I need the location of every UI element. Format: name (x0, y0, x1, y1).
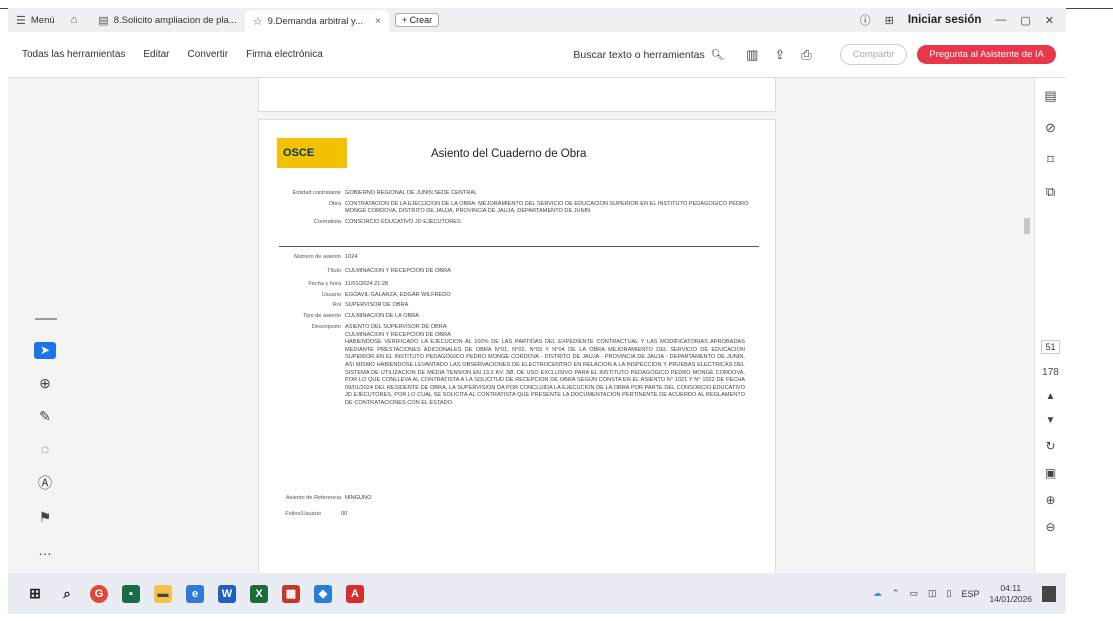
convert-button[interactable]: Convertir (188, 49, 229, 60)
excel-icon[interactable]: X (250, 584, 268, 603)
esign-button[interactable]: Firma electrónica (246, 49, 323, 60)
menu-button[interactable]: ☰ Menú (8, 8, 63, 32)
app-icon[interactable]: ▪ (122, 584, 140, 603)
toolbar: Todas las herramientas Editar Convertir … (8, 32, 1066, 78)
close-tab-icon[interactable]: × (375, 16, 381, 27)
right-rail: ▤ ⊘ ⌑ ⧉ 51 178 ▲ ▼ ↻ ▣ ⊕ ⊖ (1034, 78, 1066, 573)
bookmark-icon[interactable]: ⌑ (1047, 152, 1054, 168)
divider (279, 246, 759, 247)
save-icon[interactable]: ▥ (746, 47, 758, 63)
search-taskbar-icon[interactable]: ⌕ (58, 585, 76, 603)
minimize-button[interactable]: — (995, 14, 1006, 26)
store-icon[interactable]: ▦ (282, 584, 300, 603)
hamburger-icon: ☰ (16, 14, 26, 27)
text-box-icon[interactable]: Ⓐ (38, 473, 52, 493)
entry-fields: Número de asiento 1024 Título CULMINACION … (259, 254, 777, 411)
ai-assistant-button[interactable]: Pregunta al Asistente de IA (917, 45, 1056, 64)
tab-bar: ☰ Menú ⌂ ▤ 8.Solicito ampliacion de pla...… (8, 8, 1066, 32)
home-icon: ⌂ (70, 14, 78, 26)
star-icon: ☆ (252, 15, 263, 28)
zoom-in-icon[interactable]: ⊕ (1045, 493, 1055, 507)
network-icon[interactable]: ▭ (909, 588, 918, 599)
volume-icon[interactable]: ◫ (928, 588, 937, 599)
save-page-icon[interactable]: ▣ (1045, 466, 1056, 480)
left-tool-rail: ➤ ⊕ ✎ ◌ Ⓐ ⚑ … (28, 318, 62, 558)
print-icon[interactable]: ⎙ (801, 47, 811, 63)
apps-grid-icon[interactable]: ⊞ (885, 14, 894, 27)
edge-icon[interactable]: e (186, 584, 204, 603)
all-tools-button[interactable]: Todas las herramientas (22, 49, 125, 60)
description: ASIENTO DEL SUPERVISOR DE OBRA CULMINACI… (345, 324, 745, 406)
comment-panel-icon[interactable]: ▤ (1044, 88, 1056, 104)
pen-icon[interactable]: ✎ (39, 408, 51, 425)
footer-fields: Asiento de Referencia NINGUNO Folios/Usua… (285, 495, 372, 517)
page-down-icon[interactable]: ▼ (1046, 415, 1056, 426)
osce-logo: OSCE (277, 138, 347, 168)
clock[interactable]: 04:11 14/01/2026 (989, 583, 1032, 605)
language-indicator[interactable]: ESP (961, 589, 979, 599)
maximize-button[interactable]: ▢ (1020, 14, 1030, 27)
link-icon[interactable]: ⊘ (1045, 120, 1056, 136)
help-icon[interactable]: ⓘ (860, 12, 871, 28)
stamp-icon[interactable]: ⚑ (39, 509, 52, 526)
signin-button[interactable]: Iniciar sesión (908, 14, 982, 26)
word-icon[interactable]: W (218, 584, 236, 603)
vertical-scrollbar[interactable] (1022, 78, 1032, 573)
search-box[interactable]: Buscar texto o herramientas 🔍︎ (573, 48, 725, 62)
home-tab[interactable]: ⌂ (63, 8, 91, 32)
lasso-icon[interactable]: ◌ (41, 441, 49, 457)
refresh-icon[interactable]: ↻ (1045, 439, 1055, 453)
document-viewer: ➤ ⊕ ✎ ◌ Ⓐ ⚑ … OSCE Asiento del Cuaderno … (8, 78, 1066, 579)
search-icon: 🔍︎ (710, 49, 725, 61)
scroll-thumb[interactable] (1024, 218, 1030, 234)
chrome-icon[interactable]: G (90, 584, 108, 603)
notification-icon[interactable] (1042, 585, 1056, 602)
tab-demanda[interactable]: ☆ 9.Demanda arbitral y... × (244, 10, 389, 32)
tray-chevron-icon[interactable]: ⌃ (892, 588, 900, 599)
zoom-tool-icon[interactable]: ⊕ (39, 375, 51, 392)
more-icon[interactable]: … (38, 542, 52, 558)
acrobat-icon[interactable]: A (346, 584, 364, 603)
page-up-icon[interactable]: ▲ (1046, 391, 1056, 402)
previous-page (258, 78, 776, 112)
total-pages: 178 (1042, 367, 1059, 378)
close-window-button[interactable]: ✕ (1045, 14, 1054, 27)
pdf-page: OSCE Asiento del Cuaderno de Obra Entida… (258, 119, 776, 579)
battery-icon[interactable]: ▯ (946, 588, 951, 599)
photos-icon[interactable]: ◆ (314, 584, 332, 603)
cloud-icon[interactable]: ☁ (873, 588, 882, 599)
taskbar: ⊞ ⌕ G ▪ ▬ e W X ▦ ◆ A ☁ ⌃ ▭ ◫ ▯ ESP 04:1… (8, 573, 1066, 614)
folder-icon[interactable]: ▬ (154, 584, 172, 603)
header-fields: Entidad contratante GOBIERNO REGIONAL DE … (292, 190, 749, 225)
document-title: Asiento del Cuaderno de Obra (431, 148, 587, 160)
pdf-icon: ▤ (98, 14, 109, 27)
select-tool-icon[interactable]: ➤ (34, 341, 56, 359)
zoom-out-icon[interactable]: ⊖ (1045, 520, 1055, 534)
share-button[interactable]: Compartir (839, 44, 908, 65)
upload-icon[interactable]: ⇪ (774, 47, 785, 63)
edit-button[interactable]: Editar (143, 49, 169, 60)
current-page-field[interactable]: 51 (1041, 340, 1060, 354)
copy-icon[interactable]: ⧉ (1046, 184, 1055, 200)
tab-solicito[interactable]: ▤ 8.Solicito ampliacion de pla... (90, 8, 244, 32)
new-tab-button[interactable]: + Crear (394, 13, 440, 27)
windows-start-icon[interactable]: ⊞ (26, 585, 44, 603)
